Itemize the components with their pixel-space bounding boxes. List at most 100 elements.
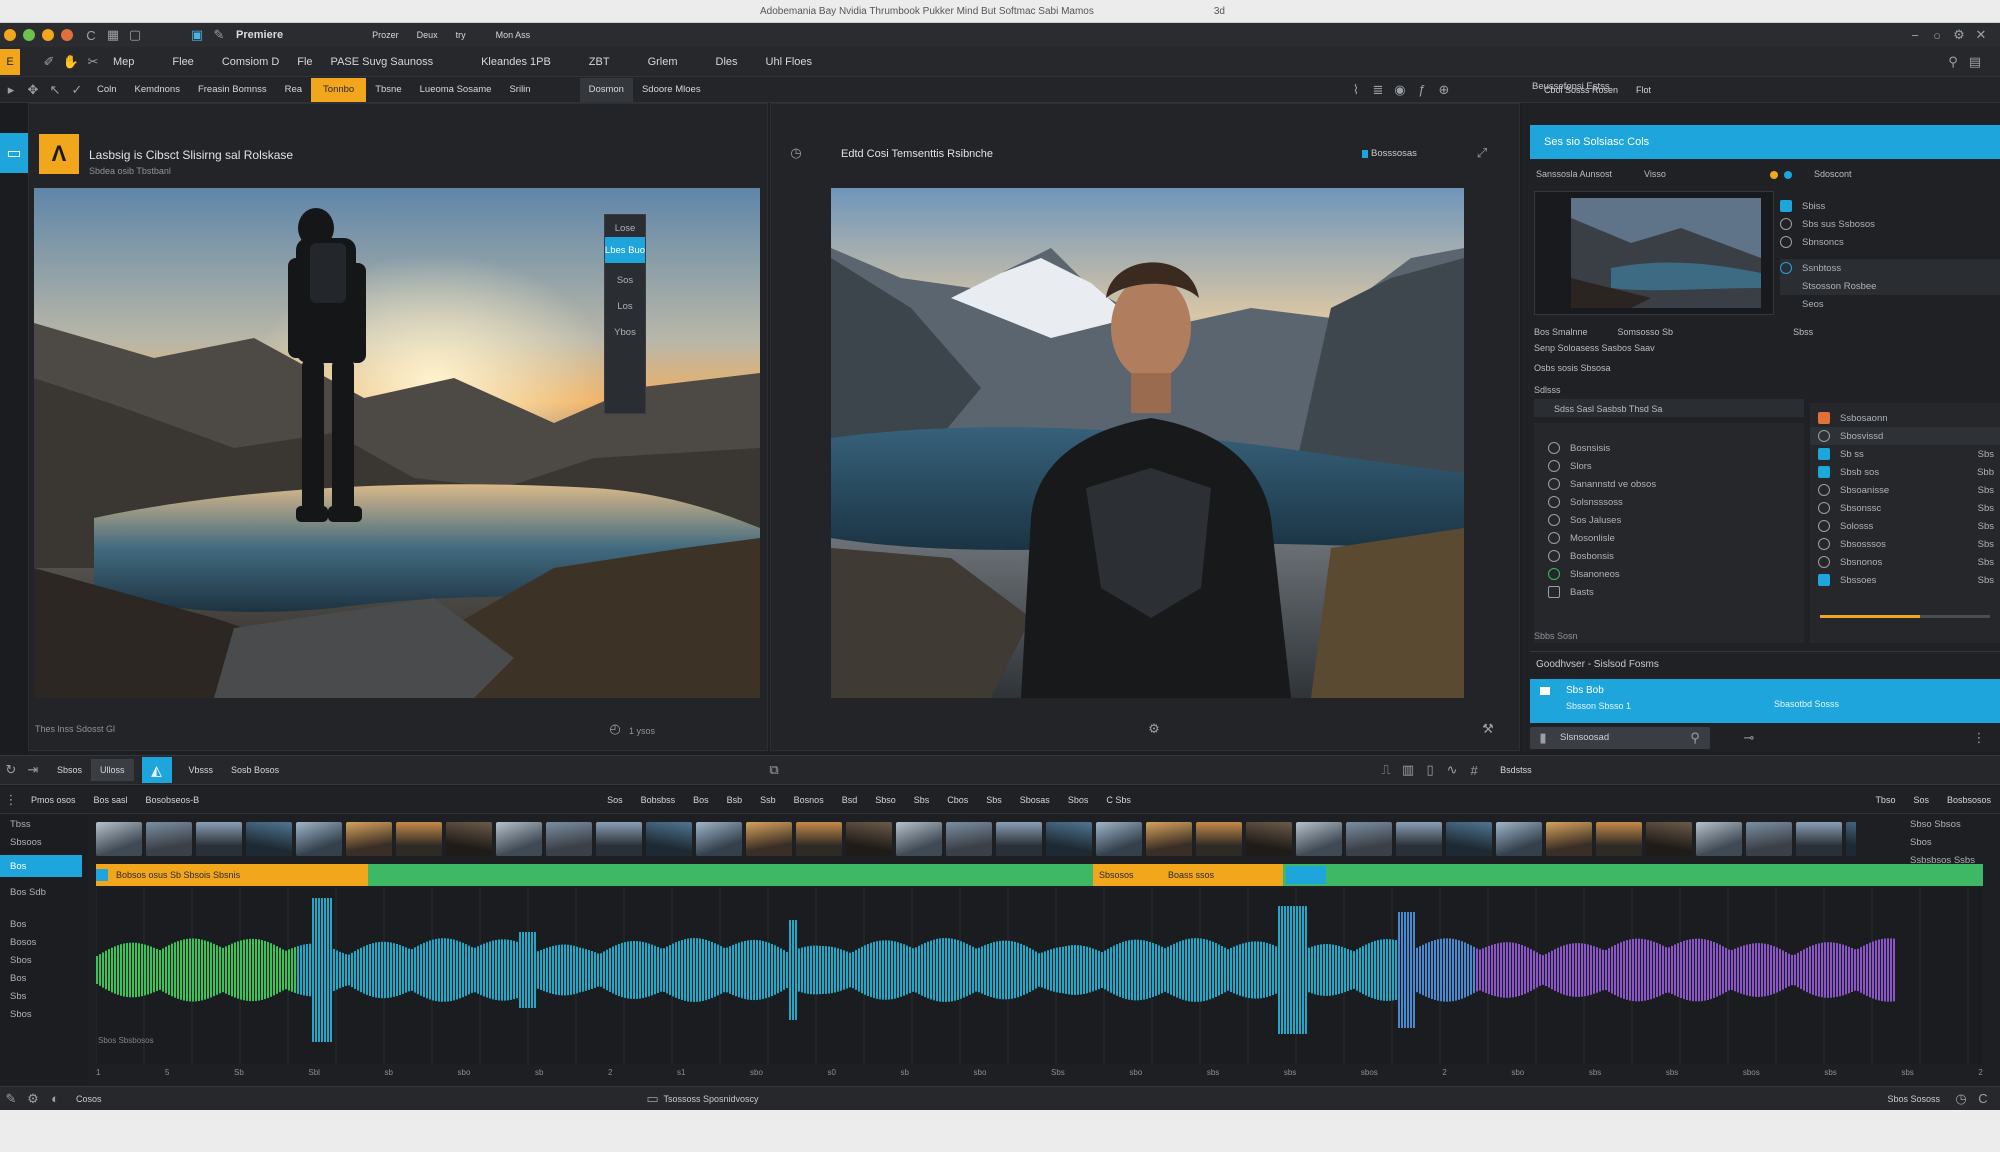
toolbar2-item-2[interactable]: Freasin Bomnss bbox=[189, 84, 276, 95]
eye-icon[interactable]: ◉ bbox=[1389, 79, 1411, 101]
app-green-icon[interactable] bbox=[23, 29, 35, 41]
inspector-layer-header[interactable]: Sdss Sasl Sasbsb Thsd Sa bbox=[1534, 399, 1804, 417]
filter-icon[interactable]: ⌇ bbox=[1345, 79, 1367, 101]
timeline-center-12[interactable]: Sbos bbox=[1059, 795, 1098, 805]
timeline-center-8[interactable]: Sbs bbox=[905, 795, 939, 805]
hand-icon[interactable]: ✋ bbox=[60, 51, 82, 73]
prop-1[interactable]: Sbosvissd bbox=[1810, 427, 2000, 445]
toolbar2-item-9[interactable]: Sdoore Mloes bbox=[633, 84, 710, 95]
timeline-right-1[interactable]: Sos bbox=[1904, 795, 1938, 805]
timeline-center-0[interactable]: Sos bbox=[598, 795, 632, 805]
toolbar1-item-0[interactable]: Mep bbox=[104, 56, 143, 68]
c-logo-icon[interactable]: C bbox=[80, 24, 102, 46]
track-label-8[interactable]: Sbs bbox=[0, 987, 88, 1005]
brush-icon[interactable]: ✐ bbox=[38, 51, 60, 73]
transport-item-2[interactable]: Vbsss bbox=[180, 765, 223, 775]
prop-slider-fill[interactable] bbox=[1820, 615, 1920, 618]
side-btn-3[interactable]: Los bbox=[605, 297, 645, 315]
mini-row-4[interactable]: Stsosson Rosbee bbox=[1780, 277, 2000, 295]
timeline-center-1[interactable]: Bobsbss bbox=[632, 795, 685, 805]
timeline-right-2[interactable]: Bosbsosos bbox=[1938, 795, 2000, 805]
timeline-center-10[interactable]: Sbs bbox=[977, 795, 1011, 805]
program-button[interactable]: Bosssosas bbox=[1371, 148, 1417, 159]
prop-2[interactable]: Sb ss Sbs bbox=[1810, 445, 2000, 463]
transport-item-3[interactable]: Sosb Bosos bbox=[222, 765, 288, 775]
side-btn-2[interactable]: Sos bbox=[605, 271, 645, 289]
inspector-link-icon[interactable]: ⊸ bbox=[1738, 727, 1760, 749]
check-icon[interactable]: ✓ bbox=[66, 79, 88, 101]
restore-icon[interactable]: ○ bbox=[1926, 24, 1948, 46]
page2-icon[interactable]: ▯ bbox=[1419, 759, 1441, 781]
transport-item-0[interactable]: Sbsos bbox=[48, 765, 91, 775]
toolbar1-item-4[interactable]: PASE Suvg Saunoss bbox=[322, 56, 443, 68]
mini-row-1[interactable]: Sbs sus Ssbosos bbox=[1780, 215, 2000, 233]
track-label-0[interactable]: Tbss bbox=[0, 815, 88, 833]
toolbar2-item-8[interactable]: Dosmon bbox=[579, 77, 633, 102]
toolbar2-item-6[interactable]: Lueoma Sosame bbox=[411, 84, 501, 95]
side-btn-0[interactable]: Lose bbox=[605, 219, 645, 237]
toolbar1-item-8[interactable]: Dles bbox=[707, 56, 747, 68]
toolbar1-item-3[interactable]: Fle bbox=[288, 56, 321, 68]
toolbar1-item-2[interactable]: Comsiom D bbox=[213, 56, 288, 68]
prop-5[interactable]: Sbsonssc Sbs bbox=[1810, 499, 2000, 517]
track-label-7[interactable]: Bos bbox=[0, 969, 88, 987]
timeline-menu-icon[interactable]: ⋮ bbox=[0, 789, 22, 811]
track-label-6[interactable]: Sbos bbox=[0, 951, 88, 969]
track-label-3[interactable]: Bos Sdb bbox=[0, 883, 88, 901]
side-btn-1[interactable]: Lbes Buo bbox=[605, 237, 645, 263]
layout-icon[interactable]: ▤ bbox=[1964, 51, 1986, 73]
camera-icon[interactable]: ⧉ bbox=[763, 759, 785, 781]
prop-3[interactable]: Sbsb sos Sbb bbox=[1810, 463, 2000, 481]
layer-3[interactable]: Solsnsssoss bbox=[1534, 493, 1804, 511]
timeline-center-13[interactable]: C Sbs bbox=[1097, 795, 1140, 805]
inspector-tab-1[interactable]: Somsosso Sb bbox=[1618, 327, 1674, 337]
layer-7[interactable]: Slsanoneos bbox=[1534, 565, 1804, 583]
timeline-header-1[interactable]: Bos sasl bbox=[85, 795, 137, 805]
prop-0[interactable]: Ssbosaonn bbox=[1810, 409, 2000, 427]
timeline-header-2[interactable]: Bosobseos-B bbox=[137, 795, 209, 805]
timeline-center-6[interactable]: Bsd bbox=[833, 795, 867, 805]
program-wrench-icon[interactable]: ⚒ bbox=[1477, 718, 1499, 740]
program-settings-icon[interactable]: ⚙ bbox=[1143, 718, 1165, 740]
clip-track[interactable]: Bobsos osus Sb Sbsois Sbsnis Sbsosos Boa… bbox=[96, 864, 1983, 886]
wave-icon[interactable]: ∿ bbox=[1441, 759, 1463, 781]
prop-slider-track[interactable] bbox=[1920, 615, 1990, 618]
inspector-tab-0[interactable]: Bos Smalnne bbox=[1534, 327, 1588, 337]
settings-icon[interactable]: ⚙ bbox=[1948, 24, 1970, 46]
prop-7[interactable]: Sbsosssos Sbs bbox=[1810, 535, 2000, 553]
status-c-icon[interactable]: C bbox=[1972, 1088, 1994, 1110]
toolbar1-item-1[interactable]: Flee bbox=[163, 56, 202, 68]
timeline-right-0[interactable]: Tbso bbox=[1866, 795, 1904, 805]
status-gear-icon[interactable]: ⚙ bbox=[22, 1088, 44, 1110]
app-yellow-icon[interactable] bbox=[42, 29, 54, 41]
move-icon[interactable]: ✥ bbox=[22, 79, 44, 101]
stack-icon[interactable]: ≣ bbox=[1367, 79, 1389, 101]
track-label-9[interactable]: Sbos bbox=[0, 1005, 88, 1023]
bracket-icon[interactable]: ⎍ bbox=[1375, 759, 1397, 781]
side-btn-4[interactable]: Ybos bbox=[605, 323, 645, 341]
e-badge-icon[interactable]: E bbox=[0, 48, 20, 75]
timeline-center-9[interactable]: Cbos bbox=[938, 795, 977, 805]
toolbar1-item-6[interactable]: ZBT bbox=[580, 56, 619, 68]
grid-icon[interactable]: ▦ bbox=[102, 24, 124, 46]
timeline-center-5[interactable]: Bosnos bbox=[785, 795, 833, 805]
program-expand-icon[interactable]: ⤢ bbox=[1471, 142, 1493, 164]
timeline-header-0[interactable]: Pmos osos bbox=[22, 795, 85, 805]
toolbar2-item-4[interactable]: Tonnbo bbox=[311, 77, 367, 102]
prop-9[interactable]: Sbssoes Sbs bbox=[1810, 571, 2000, 589]
mini-row-0[interactable]: Sbiss bbox=[1780, 197, 2000, 215]
inspector-preview[interactable] bbox=[1534, 191, 1774, 315]
cut-icon[interactable]: ✂ bbox=[82, 51, 104, 73]
prop-8[interactable]: Sbsnonos Sbs bbox=[1810, 553, 2000, 571]
app-orange-icon[interactable] bbox=[4, 29, 16, 41]
audio-track[interactable]: Sbos Sbsbosos bbox=[95, 888, 1983, 1064]
track-label-2[interactable]: Bos bbox=[0, 855, 82, 877]
program-clock-icon[interactable]: ◷ bbox=[785, 142, 807, 164]
pen-icon[interactable]: ✎ bbox=[208, 24, 230, 46]
prop-4[interactable]: Sbsoanisse Sbs bbox=[1810, 481, 2000, 499]
mini-row-3[interactable]: Ssnbtoss bbox=[1780, 259, 2000, 277]
inspector-banner[interactable]: Sbs Bob Sbsson Sbsso 1 Sbasotbd Sosss bbox=[1530, 679, 2000, 723]
clip-orange-2[interactable]: Sbsosos Boass ssos bbox=[1093, 864, 1283, 886]
inspector-header[interactable]: Ses sio Solsiasc Cols bbox=[1530, 125, 2000, 159]
track-label-1[interactable]: Sbsoos bbox=[0, 833, 88, 851]
